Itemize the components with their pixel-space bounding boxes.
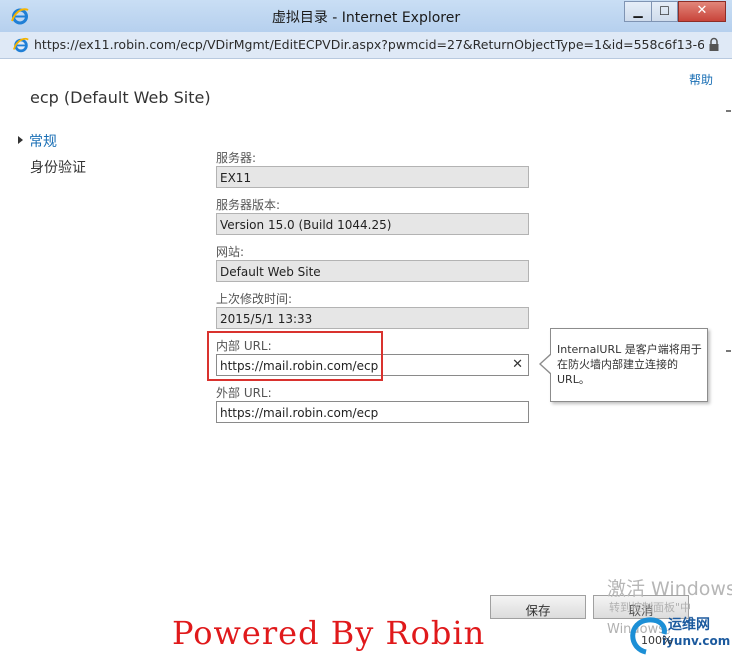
address-url[interactable]: https://ex11.robin.com/ecp/VDirMgmt/Edit… xyxy=(34,37,704,52)
tooltip-text: InternalURL 是客户端将用于在防火墙内部建立连接的URL。 xyxy=(557,343,702,386)
tooltip: InternalURL 是客户端将用于在防火墙内部建立连接的URL。 xyxy=(550,328,708,402)
site-label: 网站: xyxy=(216,245,245,259)
lock-icon[interactable] xyxy=(708,37,720,52)
scroll-marker xyxy=(726,110,731,112)
minimize-button[interactable]: ▁ xyxy=(624,1,651,22)
address-bar: https://ex11.robin.com/ecp/VDirMgmt/Edit… xyxy=(0,32,732,59)
nav-item-authentication[interactable]: 身份验证 xyxy=(30,157,86,177)
site-field: Default Web Site xyxy=(216,260,529,282)
clear-icon[interactable]: ✕ xyxy=(512,357,523,372)
external-url-label: 外部 URL: xyxy=(216,386,272,400)
scroll-marker xyxy=(726,350,731,352)
triangle-right-icon xyxy=(18,136,23,144)
title-bar: 虚拟目录 - Internet Explorer ▁ ☐ ✕ xyxy=(0,0,732,33)
nav-item-general[interactable]: 常规 xyxy=(18,131,57,151)
modified-label: 上次修改时间: xyxy=(216,292,293,306)
window-title: 虚拟目录 - Internet Explorer xyxy=(271,10,461,26)
ie-window: 虚拟目录 - Internet Explorer ▁ ☐ ✕ https://e… xyxy=(0,0,732,658)
nav-item-label: 常规 xyxy=(29,134,57,150)
close-button[interactable]: ✕ xyxy=(678,1,726,22)
tooltip-arrow-fill xyxy=(541,354,552,374)
server-label: 服务器: xyxy=(216,151,257,165)
maximize-icon: ☐ xyxy=(659,4,670,18)
site-name: 运维网 xyxy=(668,617,710,633)
version-label: 服务器版本: xyxy=(216,198,281,212)
page-title: ecp (Default Web Site) xyxy=(30,88,211,107)
ie-icon xyxy=(12,37,29,53)
maximize-button[interactable]: ☐ xyxy=(651,1,678,22)
save-button[interactable]: 保存 xyxy=(490,595,586,619)
zoom-level: 100% xyxy=(641,634,673,647)
modified-field: 2015/5/1 13:33 xyxy=(216,307,529,329)
server-field: EX11 xyxy=(216,166,529,188)
powered-by-watermark: Powered By Robin xyxy=(172,614,486,652)
external-url-input[interactable]: https://mail.robin.com/ecp xyxy=(216,401,529,423)
highlight-box xyxy=(207,331,383,381)
help-link[interactable]: 帮助 xyxy=(689,71,713,88)
activate-windows-watermark: 激活 Windows xyxy=(607,578,732,600)
minimize-icon: ▁ xyxy=(633,4,643,18)
close-icon: ✕ xyxy=(696,3,708,18)
version-field: Version 15.0 (Build 1044.25) xyxy=(216,213,529,235)
